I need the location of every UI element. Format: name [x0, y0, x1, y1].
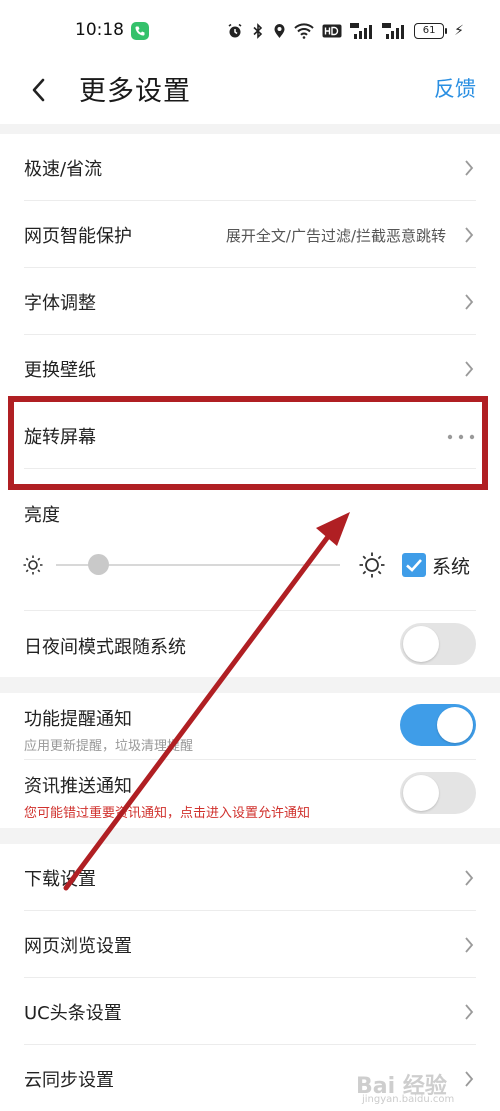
check-icon	[406, 559, 422, 572]
toggle-knob	[437, 707, 473, 743]
feedback-link[interactable]: 反馈	[434, 73, 476, 103]
row-label: 网页智能保护	[24, 226, 132, 247]
toggle-knob	[403, 626, 439, 662]
setting-row-wallpaper[interactable]: 更换壁纸	[0, 335, 500, 402]
hd-icon	[322, 24, 342, 38]
row-warning-text[interactable]: 您可能错过重要资讯通知，点击进入设置允许通知	[24, 802, 310, 821]
setting-row-news-notify[interactable]: 资讯推送通知 您可能错过重要资讯通知，点击进入设置允许通知	[0, 760, 500, 828]
wifi-icon	[294, 23, 314, 39]
row-label: 网页浏览设置	[24, 936, 132, 957]
chevron-right-icon	[465, 160, 474, 176]
status-bar: 10:18 61 ⚡	[0, 0, 500, 62]
row-label: 更换壁纸	[24, 360, 96, 381]
brightness-slider-thumb[interactable]	[88, 554, 110, 575]
row-label: 资讯推送通知	[24, 776, 132, 797]
brightness-high-icon	[359, 552, 385, 578]
page-title: 更多设置	[79, 76, 191, 107]
chevron-right-icon	[465, 1071, 474, 1087]
status-time: 10:18	[75, 20, 124, 40]
system-checkbox[interactable]	[402, 553, 426, 577]
location-icon	[274, 24, 285, 38]
phone-call-icon	[131, 22, 149, 40]
row-sublabel: 应用更新提醒，垃圾清理提醒	[24, 739, 194, 754]
section-separator	[0, 828, 500, 844]
back-arrow-icon[interactable]	[26, 72, 56, 108]
setting-row-font-size[interactable]: 字体调整	[0, 268, 500, 335]
chevron-right-icon	[465, 361, 474, 377]
highlight-box	[8, 396, 488, 490]
chevron-right-icon	[465, 937, 474, 953]
setting-row-night-mode[interactable]: 日夜间模式跟随系统	[0, 611, 500, 677]
setting-row-speed-saver[interactable]: 极速/省流	[0, 134, 500, 201]
setting-row-smart-protection[interactable]: 网页智能保护 展开全文/广告过滤/拦截恶意跳转	[0, 201, 500, 268]
setting-row-browsing[interactable]: 网页浏览设置	[0, 911, 500, 978]
row-label: 字体调整	[24, 293, 96, 314]
news-notify-toggle[interactable]	[400, 772, 476, 814]
feature-notify-toggle[interactable]	[400, 704, 476, 746]
status-icons: 61 ⚡	[227, 21, 464, 41]
row-label: 极速/省流	[24, 159, 103, 180]
battery-icon: 61	[414, 23, 448, 39]
brightness-title: 亮度	[24, 505, 60, 526]
section-separator	[0, 677, 500, 693]
row-label: UC头条设置	[24, 1003, 122, 1024]
signal-4g-icon	[382, 23, 405, 39]
system-checkbox-label: 系统	[432, 556, 471, 578]
setting-row-download[interactable]: 下载设置	[0, 844, 500, 911]
row-label: 下载设置	[24, 869, 96, 890]
charging-icon: ⚡	[454, 23, 464, 39]
setting-row-uc-headlines[interactable]: UC头条设置	[0, 978, 500, 1045]
brightness-low-icon	[23, 555, 43, 575]
toggle-knob	[403, 775, 439, 811]
chevron-right-icon	[465, 227, 474, 243]
header: 更多设置 反馈	[0, 62, 500, 118]
signal-5g-icon	[350, 23, 373, 39]
night-mode-toggle[interactable]	[400, 623, 476, 665]
chevron-right-icon	[465, 294, 474, 310]
setting-row-feature-notify[interactable]: 功能提醒通知 应用更新提醒，垃圾清理提醒	[0, 693, 500, 760]
watermark-url: jingyan.baidu.com	[362, 1094, 455, 1105]
row-label: 功能提醒通知	[24, 709, 132, 730]
row-value: 展开全文/广告过滤/拦截恶意跳转	[225, 227, 446, 245]
row-label: 日夜间模式跟随系统	[24, 637, 186, 658]
chevron-right-icon	[465, 1004, 474, 1020]
bluetooth-icon	[253, 23, 263, 39]
chevron-right-icon	[465, 870, 474, 886]
alarm-icon	[228, 23, 242, 38]
row-label: 云同步设置	[24, 1070, 114, 1091]
section-separator	[0, 124, 500, 134]
